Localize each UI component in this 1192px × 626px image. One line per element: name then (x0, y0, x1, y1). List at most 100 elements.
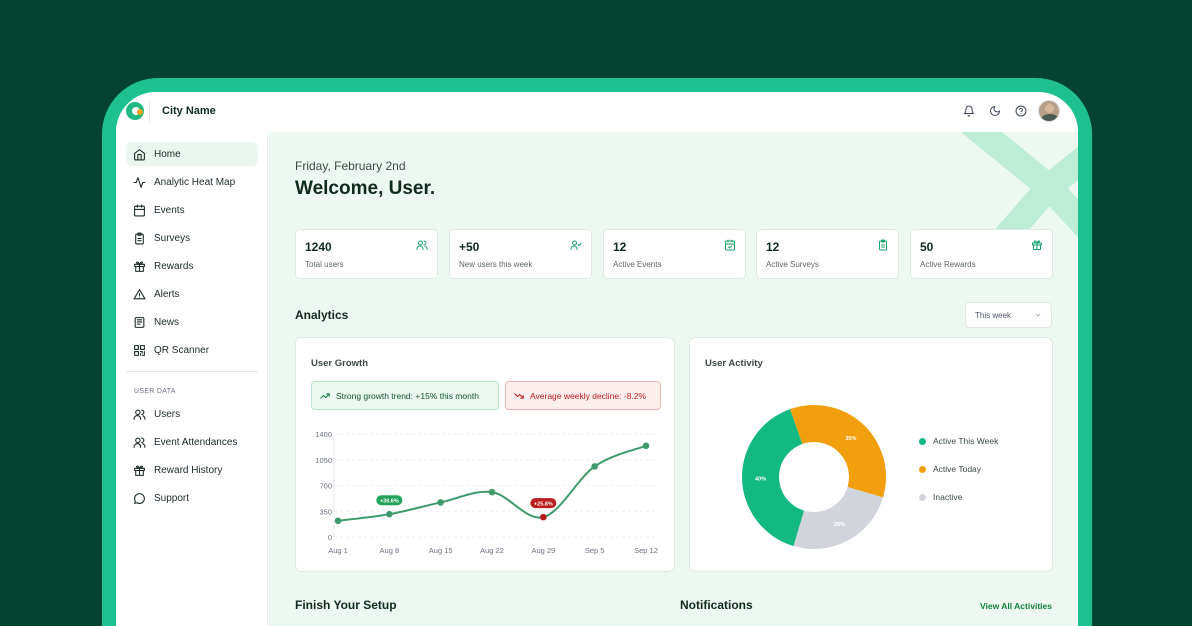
calendar-check-icon (725, 239, 735, 251)
slice-label: 40% (755, 476, 766, 482)
sidebar-item-label: Reward History (154, 464, 223, 476)
view-all-activities-link[interactable]: View All Activities (980, 601, 1052, 611)
period-select[interactable]: This week (965, 302, 1052, 328)
user-activity-chart: 35% 25% 40% (742, 405, 886, 549)
y-tick-label: 1400 (315, 430, 332, 439)
sidebar-item-label: Events (154, 204, 185, 216)
stat-card-active-events: 12 Active Events (603, 229, 746, 279)
data-point (488, 488, 496, 496)
legend-label: Active Today (933, 464, 982, 474)
sidebar-item-alerts[interactable]: Alerts (126, 282, 258, 306)
sidebar-item-surveys[interactable]: Surveys (126, 226, 258, 250)
data-point (591, 463, 598, 470)
data-point (334, 517, 342, 525)
sidebar-item-news[interactable]: News (126, 310, 258, 334)
pie-slice (793, 486, 884, 549)
divider (126, 371, 258, 372)
x-tick-label: Aug 15 (429, 546, 453, 555)
stat-value: 50 (920, 240, 934, 254)
top-icons (960, 100, 1060, 122)
trend-positive-badge: Strong growth trend: +15% this month (311, 381, 499, 410)
moon-icon[interactable] (986, 102, 1004, 120)
sidebar-item-label: Home (154, 148, 181, 160)
user-growth-card: User Growth Strong growth trend: +15% th… (295, 337, 675, 572)
stat-value: 12 (613, 240, 627, 254)
help-icon[interactable] (1012, 102, 1030, 120)
sidebar-item-label: Support (154, 492, 190, 504)
y-tick-label: 0 (328, 533, 332, 542)
x-tick-label: Sep 5 (585, 546, 605, 555)
gift-icon (134, 465, 145, 476)
stat-value: +50 (459, 240, 480, 254)
legend-swatch (919, 465, 926, 473)
y-tick-label: 700 (319, 482, 332, 491)
chat-icon (134, 492, 145, 504)
logo-dot (137, 109, 143, 115)
sidebar-item-label: Surveys (154, 232, 191, 244)
sidebar-item-label: QR Scanner (154, 344, 210, 356)
alert-icon (133, 288, 146, 299)
stat-card-new-users: +50 New users this week (449, 229, 592, 279)
stat-card-active-rewards: 50 Active Rewards (910, 229, 1053, 279)
main-content: Friday, February 2nd Welcome, User. 1240… (269, 132, 1078, 626)
bell-icon[interactable] (960, 102, 978, 120)
legend-item: Active Today (919, 464, 981, 474)
users-icon (416, 240, 428, 250)
trend-positive-text: Strong growth trend: +15% this month (336, 390, 479, 401)
calendar-icon (134, 204, 145, 216)
legend-swatch (919, 493, 926, 501)
qr-icon (134, 344, 145, 356)
stat-card-total-users: 1240 Total users (295, 229, 438, 279)
stat-label: Active Rewards (920, 260, 976, 269)
stat-value: 12 (766, 240, 780, 254)
pie-slice (789, 405, 886, 498)
data-point (386, 510, 393, 518)
sidebar-item-support[interactable]: Support (126, 486, 258, 510)
user-check-icon (570, 240, 582, 250)
slice-label: 25% (834, 522, 845, 528)
stat-label: Active Events (613, 260, 662, 269)
x-tick-label: Aug 8 (380, 546, 400, 555)
y-tick-label: 1050 (315, 456, 332, 465)
sidebar-item-event-attendances[interactable]: Event Attendances (126, 430, 258, 454)
divider (149, 102, 150, 122)
sidebar: Home Analytic Heat Map Events Surveys Re… (116, 132, 268, 626)
sidebar-item-rewards[interactable]: Rewards (126, 254, 258, 278)
stat-value: 1240 (305, 240, 332, 254)
data-point (540, 513, 547, 521)
sidebar-item-analytic-heat-map[interactable]: Analytic Heat Map (126, 170, 258, 194)
annotation-label: +25.8% (534, 502, 553, 508)
y-tick-label: 350 (319, 507, 332, 516)
trend-negative-badge: Average weekly decline: -8.2% (505, 381, 661, 410)
stat-label: Active Surveys (766, 260, 819, 269)
annotation-label: +30.6% (380, 499, 399, 505)
app-window: City Name Home Analytic Heat Map Events (116, 92, 1078, 626)
stat-label: New users this week (459, 260, 533, 269)
sidebar-item-label: Alerts (154, 288, 180, 300)
sidebar-item-label: Event Attendances (154, 436, 238, 448)
chevron-down-icon (1035, 313, 1041, 317)
sidebar-item-home[interactable]: Home (126, 142, 258, 166)
clipboard-icon (879, 239, 887, 251)
avatar[interactable] (1038, 100, 1060, 122)
page-date: Friday, February 2nd (295, 159, 406, 173)
section-title-notifications: Notifications (680, 598, 753, 612)
activity-icon (133, 176, 146, 188)
trending-up-icon (320, 392, 330, 399)
section-title-analytics: Analytics (295, 308, 349, 322)
sidebar-item-label: Users (154, 408, 181, 420)
top-bar: City Name (116, 92, 1078, 132)
x-tick-label: Aug 1 (328, 546, 348, 555)
newspaper-icon (134, 316, 145, 328)
sidebar-item-reward-history[interactable]: Reward History (126, 458, 258, 482)
sidebar-item-events[interactable]: Events (126, 198, 258, 222)
home-icon (134, 148, 145, 160)
gift-icon (1032, 240, 1042, 250)
clipboard-icon (135, 232, 144, 244)
sidebar-item-qr-scanner[interactable]: QR Scanner (126, 338, 258, 362)
users-icon (133, 437, 146, 448)
legend-label: Active This Week (933, 436, 999, 446)
stat-label: Total users (305, 260, 344, 269)
trending-down-icon (514, 392, 524, 399)
sidebar-item-users[interactable]: Users (126, 402, 258, 426)
